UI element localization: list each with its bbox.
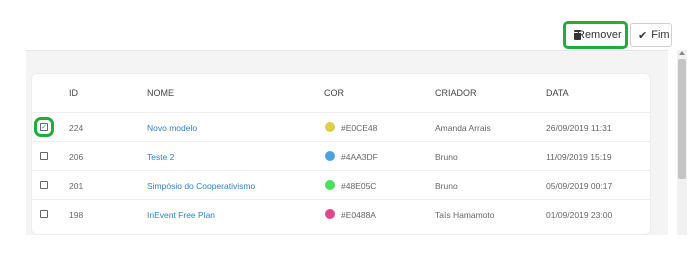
- row-color-hex: #4AA3DF: [341, 152, 378, 162]
- table-row[interactable]: 201 Simpósio do Cooperativismo #48E05C B…: [32, 170, 650, 199]
- column-header-name: NOME: [147, 88, 174, 98]
- table-row[interactable]: 198 InEvent Free Plan #E0488A Taís Hamam…: [32, 199, 650, 228]
- scrollbar[interactable]: [677, 50, 687, 235]
- column-header-creator: CRIADOR: [435, 88, 477, 98]
- check-icon: ✔: [638, 29, 648, 42]
- row-id: 198: [69, 210, 84, 220]
- row-id: 201: [69, 181, 84, 191]
- toolbar: Remover ✔ Fim: [0, 21, 694, 49]
- scrollbar-thumb[interactable]: [678, 59, 686, 179]
- color-swatch: [325, 209, 335, 219]
- row-creator: Bruno: [435, 152, 458, 162]
- color-swatch: [325, 151, 335, 161]
- row-creator: Taís Hamamoto: [435, 210, 495, 220]
- color-swatch: [325, 180, 335, 190]
- table-header: ID NOME COR CRIADOR DATA: [32, 88, 650, 102]
- row-name-link[interactable]: Simpósio do Cooperativismo: [147, 181, 255, 191]
- scroll-up-arrow-icon[interactable]: [679, 51, 685, 55]
- row-color-hex: #E0488A: [341, 210, 376, 220]
- row-color-hex: #48E05C: [341, 181, 377, 191]
- column-header-id: ID: [69, 88, 78, 98]
- row-checkbox[interactable]: [40, 181, 48, 189]
- row-id: 224: [69, 123, 84, 133]
- row-checkbox[interactable]: [40, 210, 48, 218]
- row-date: 01/09/2019 23:00: [546, 210, 613, 220]
- color-swatch: [325, 122, 335, 132]
- row-name-link[interactable]: InEvent Free Plan: [147, 210, 215, 220]
- row-date: 11/09/2019 15:19: [546, 152, 612, 162]
- row-checkbox[interactable]: ✓: [34, 117, 54, 137]
- row-id: 206: [69, 152, 84, 162]
- row-date: 26/09/2019 11:31: [546, 123, 612, 133]
- remove-button[interactable]: Remover: [563, 21, 628, 49]
- events-table: ID NOME COR CRIADOR DATA ✓ 224 Novo mode…: [31, 73, 651, 235]
- column-header-date: DATA: [546, 88, 569, 98]
- column-header-color: COR: [324, 88, 344, 98]
- table-row[interactable]: 206 Teste 2 #4AA3DF Bruno 11/09/2019 15:…: [32, 141, 650, 170]
- row-creator: Bruno: [435, 181, 458, 191]
- row-name-link[interactable]: Teste 2: [147, 152, 174, 162]
- row-date: 05/09/2019 00:17: [546, 181, 613, 191]
- done-button-label: Fim: [651, 29, 670, 41]
- done-button[interactable]: ✔ Fim: [630, 23, 672, 47]
- row-name-link[interactable]: Novo modelo: [147, 123, 197, 133]
- remove-button-label: Remover: [577, 29, 622, 41]
- row-creator: Amanda Arrais: [435, 123, 491, 133]
- table-row[interactable]: ✓ 224 Novo modelo #E0CE48 Amanda Arrais …: [32, 112, 650, 141]
- row-checkbox[interactable]: [40, 152, 48, 160]
- row-color-hex: #E0CE48: [341, 123, 378, 133]
